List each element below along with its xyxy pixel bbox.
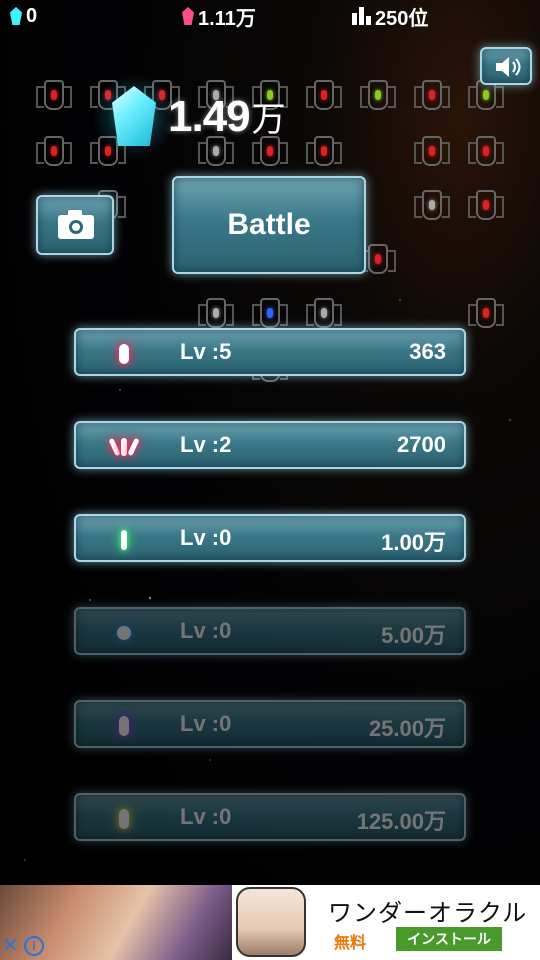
upgrade-row[interactable]: Lv :5 363	[74, 328, 466, 376]
upgrade-cost: 5.00万	[381, 623, 446, 648]
yellow-drop-icon	[110, 805, 138, 833]
cyan-gem-count: 0	[26, 4, 38, 27]
score-value: 1.49	[168, 92, 251, 141]
blue-orb-icon	[110, 619, 138, 647]
screenshot-button[interactable]	[36, 195, 114, 255]
upgrade-cost: 363	[409, 339, 446, 364]
battle-button[interactable]: Battle	[172, 176, 366, 274]
cyan-gem-icon	[10, 7, 22, 25]
enemy-ship	[198, 296, 234, 332]
cyan-gem-counter: 0	[10, 3, 37, 29]
rank-value: 250位	[375, 7, 429, 30]
upgrade-level: Lv :5	[180, 339, 232, 364]
upgrade-row[interactable]: Lv :2 2700	[74, 421, 466, 469]
score-unit: 万	[251, 101, 286, 139]
pink-gem-icon	[182, 7, 194, 25]
ad-banner[interactable]: ワンダーオラクル 無料 インストール ✕ i	[0, 885, 540, 960]
green-laser-icon	[110, 526, 138, 554]
purple-pill-icon	[110, 712, 138, 740]
upgrade-cost: 1.00万	[381, 530, 446, 555]
ad-app-icon[interactable]	[236, 887, 306, 957]
upgrade-row[interactable]: Lv :0 1.00万	[74, 514, 466, 562]
upgrade-cost: 2700	[397, 432, 446, 457]
upgrade-level: Lv :0	[180, 618, 232, 643]
enemy-ship	[414, 134, 450, 170]
enemy-ship	[468, 134, 504, 170]
enemy-ship	[468, 188, 504, 224]
enemy-ship	[414, 78, 450, 114]
ad-install-button[interactable]: インストール	[396, 927, 502, 951]
upgrade-level: Lv :0	[180, 711, 232, 736]
ad-close-icon[interactable]: ✕	[2, 933, 19, 958]
upgrade-level: Lv :2	[180, 432, 232, 457]
ad-title[interactable]: ワンダーオラクル	[328, 893, 527, 928]
enemy-ship	[306, 78, 342, 114]
crystal-score: 1.49 万	[168, 92, 286, 142]
rank-bars-icon	[352, 7, 371, 25]
red-pill-icon	[110, 340, 138, 368]
enemy-ship	[414, 188, 450, 224]
speaker-icon	[496, 57, 521, 77]
upgrade-row[interactable]: Lv :0 125.00万	[74, 793, 466, 841]
sound-toggle-button[interactable]	[480, 47, 532, 85]
camera-icon	[58, 210, 94, 239]
enemy-ship	[360, 78, 396, 114]
upgrade-row[interactable]: Lv :0 25.00万	[74, 700, 466, 748]
enemy-ship	[306, 134, 342, 170]
upgrade-level: Lv :0	[180, 525, 232, 550]
triple-shot-icon	[108, 433, 140, 461]
rank-counter: 250位	[352, 3, 429, 30]
enemy-ship	[36, 134, 72, 170]
pink-gem-count: 1.11万	[198, 7, 256, 30]
enemy-ship	[36, 78, 72, 114]
ad-info-icon[interactable]: i	[24, 936, 44, 956]
status-bar: 0 1.11万 250位	[0, 0, 540, 32]
enemy-ship	[468, 296, 504, 332]
enemy-ship	[252, 296, 288, 332]
ad-free-label: 無料	[334, 935, 367, 952]
upgrade-cost: 125.00万	[356, 809, 446, 834]
upgrade-cost: 25.00万	[368, 716, 446, 741]
enemy-ship	[306, 296, 342, 332]
battle-label: Battle	[227, 208, 311, 241]
upgrade-row[interactable]: Lv :0 5.00万	[74, 607, 466, 655]
upgrade-level: Lv :0	[180, 804, 232, 829]
pink-gem-counter: 1.11万	[182, 3, 256, 30]
